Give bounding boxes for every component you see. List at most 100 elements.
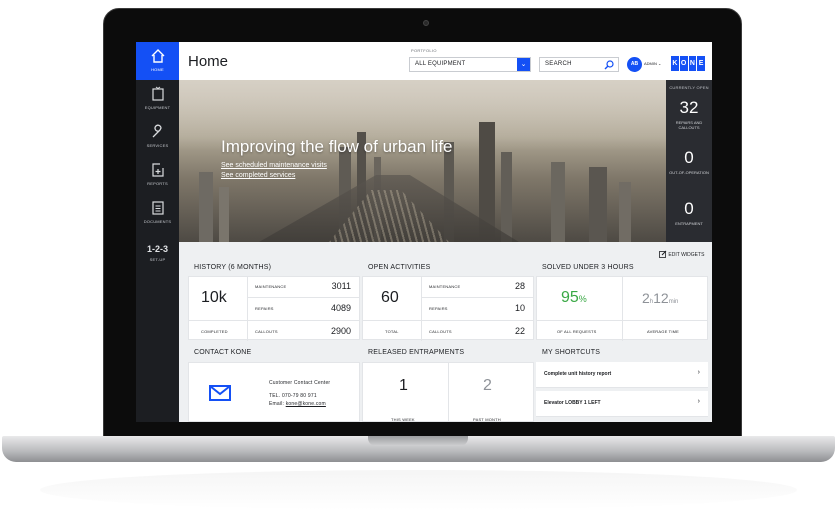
stat-label: REPAIRS AND CALLOUTS: [675, 120, 703, 130]
sidebar-item-home[interactable]: HOME: [136, 42, 179, 80]
row-value: 10: [514, 303, 525, 313]
solved-title: SOLVED UNDER 3 HOURS: [542, 264, 634, 271]
entrapments-title: RELEASED ENTRAPMENTS: [368, 349, 465, 356]
sidebar-item-reports[interactable]: REPORTS: [136, 156, 179, 194]
solved-percent: 95%: [561, 289, 587, 307]
stat-value: 0: [684, 148, 694, 167]
completed-services-link[interactable]: See completed services: [221, 172, 295, 179]
user-menu[interactable]: ADMIN ⌄: [644, 61, 661, 66]
shortcut-label: Elevator LOBBY 1 LEFT: [544, 400, 601, 406]
email-prefix: Email:: [269, 401, 285, 407]
laptop-notch: [368, 436, 468, 446]
hero-title: Improving the flow of urban life: [221, 137, 453, 156]
portfolio-select[interactable]: ALL EQUIPMENT ⌄: [409, 57, 531, 72]
hero-banner: Improving the flow of urban life See sch…: [179, 80, 666, 242]
building: [199, 172, 213, 242]
past-month-label: PAST MONTH: [473, 417, 501, 422]
percent-label: OF ALL REQUESTS: [557, 329, 597, 334]
portfolio-value: ALL EQUIPMENT: [415, 61, 466, 67]
edit-widgets-button[interactable]: EDIT WIDGETS: [659, 250, 704, 258]
shortcut-label: Complete unit history report: [544, 371, 612, 377]
open-total-label: TOTAL: [385, 329, 399, 334]
row-label: CALLOUTS: [429, 329, 452, 334]
edit-widgets-label: EDIT WIDGETS: [668, 252, 705, 258]
this-week-label: THIS WEEK: [391, 417, 415, 422]
open-activities-card[interactable]: 60 TOTAL MAINTENANCE 28 REPAIRS 10 CALLO…: [362, 276, 534, 341]
stat-value: 0: [684, 199, 694, 218]
avatar[interactable]: AB: [627, 57, 642, 72]
setup-number: 1-2-3: [146, 244, 168, 254]
history-card[interactable]: 10k COMPLETED MAINTENANCE 3011 REPAIRS 4…: [188, 276, 360, 341]
shortcut-item[interactable]: Complete unit history report ›: [536, 362, 708, 388]
document-icon: [151, 201, 164, 215]
sidebar-item-label: REPORTS: [147, 181, 168, 186]
minutes-value: 12: [653, 290, 669, 306]
row-label: CALLOUTS: [255, 329, 278, 334]
open-total: 60: [381, 289, 399, 306]
stat-label: OUT-OF-OPERATION: [669, 170, 709, 175]
laptop-photo: HOME EQUIPMENT SERVICES REPORTS DOCUMENT…: [0, 0, 837, 515]
contact-center: Customer Contact Center: [269, 380, 331, 386]
chevron-down-icon[interactable]: ⌄: [517, 58, 530, 71]
stat-label: ENTRAPMENT: [675, 221, 703, 226]
shortcut-item[interactable]: Elevator LOBBY 1 LEFT ›: [536, 391, 708, 417]
history-total: 10k: [201, 289, 227, 306]
search-icon[interactable]: [604, 60, 614, 70]
sidebar-item-setup[interactable]: 1-2-3 SET-UP: [136, 234, 179, 272]
history-title: HISTORY (6 MONTHS): [194, 264, 272, 271]
open-activities-title: OPEN ACTIVITIES: [368, 264, 431, 271]
entrapments-card[interactable]: 1 2 THIS WEEK PAST MONTH: [362, 362, 534, 422]
divider: [363, 320, 533, 321]
logo-letter: O: [679, 56, 688, 71]
search-input[interactable]: SEARCH: [539, 57, 619, 72]
divider: [421, 277, 422, 341]
row-label: MAINTENANCE: [429, 284, 461, 289]
divider: [622, 277, 623, 341]
envelope-icon: [209, 385, 231, 401]
sidebar-item-label: DOCUMENTS: [143, 219, 172, 224]
user-name: ADMIN: [644, 61, 657, 66]
divider: [247, 277, 248, 341]
percent-value: 95: [561, 289, 579, 306]
scheduled-maintenance-link[interactable]: See scheduled maintenance visits: [221, 162, 327, 169]
divider: [247, 297, 359, 298]
average-time: 2h12min: [642, 290, 678, 306]
solved-card[interactable]: 95% OF ALL REQUESTS 2h12min AVERAGE TIME: [536, 276, 708, 341]
sidebar-item-documents[interactable]: DOCUMENTS: [136, 194, 179, 232]
shortcuts-list: Complete unit history report › Elevator …: [536, 362, 708, 422]
divider: [421, 297, 533, 298]
divider: [189, 320, 359, 321]
wrench-icon: [152, 124, 162, 138]
row-label: REPAIRS: [429, 306, 448, 311]
portfolio-label: PORTFOLIO: [411, 48, 437, 53]
logo-letter: E: [697, 56, 705, 71]
logo-letter: N: [688, 56, 697, 71]
stat-entrapment[interactable]: 0 ENTRAPMENT: [666, 193, 712, 226]
stat-out-of-operation[interactable]: 0 OUT-OF-OPERATION: [666, 142, 712, 175]
equipment-icon: [151, 86, 164, 101]
email-link[interactable]: kone@kone.com: [286, 401, 326, 407]
sidebar: HOME EQUIPMENT SERVICES REPORTS DOCUMENT…: [136, 42, 179, 422]
contact-card: Customer Contact Center TEL. 070-79 80 9…: [188, 362, 360, 422]
chevron-right-icon: ›: [697, 369, 700, 376]
row-label: REPAIRS: [255, 306, 274, 311]
past-month-value: 2: [483, 377, 492, 394]
sidebar-item-equipment[interactable]: EQUIPMENT: [136, 80, 179, 118]
building: [619, 182, 631, 242]
this-week-value: 1: [399, 377, 408, 394]
history-total-label: COMPLETED: [201, 329, 228, 334]
row-value: 2900: [330, 326, 351, 336]
hours-value: 2: [642, 290, 650, 306]
sidebar-item-services[interactable]: SERVICES: [136, 118, 179, 156]
stat-repairs-callouts[interactable]: 32 REPAIRS AND CALLOUTS: [666, 92, 712, 130]
top-header: Home PORTFOLIO ALL EQUIPMENT ⌄ SEARCH AB…: [179, 42, 712, 80]
building: [589, 167, 607, 242]
camera-icon: [423, 20, 429, 26]
logo-letter: K: [671, 56, 679, 71]
page-title: Home: [188, 53, 229, 70]
kone-logo: K O N E: [671, 56, 705, 71]
building: [551, 162, 565, 242]
search-placeholder: SEARCH: [545, 61, 572, 67]
currently-open-heading: CURRENTLY OPEN: [669, 85, 709, 90]
edit-icon: [659, 250, 667, 258]
